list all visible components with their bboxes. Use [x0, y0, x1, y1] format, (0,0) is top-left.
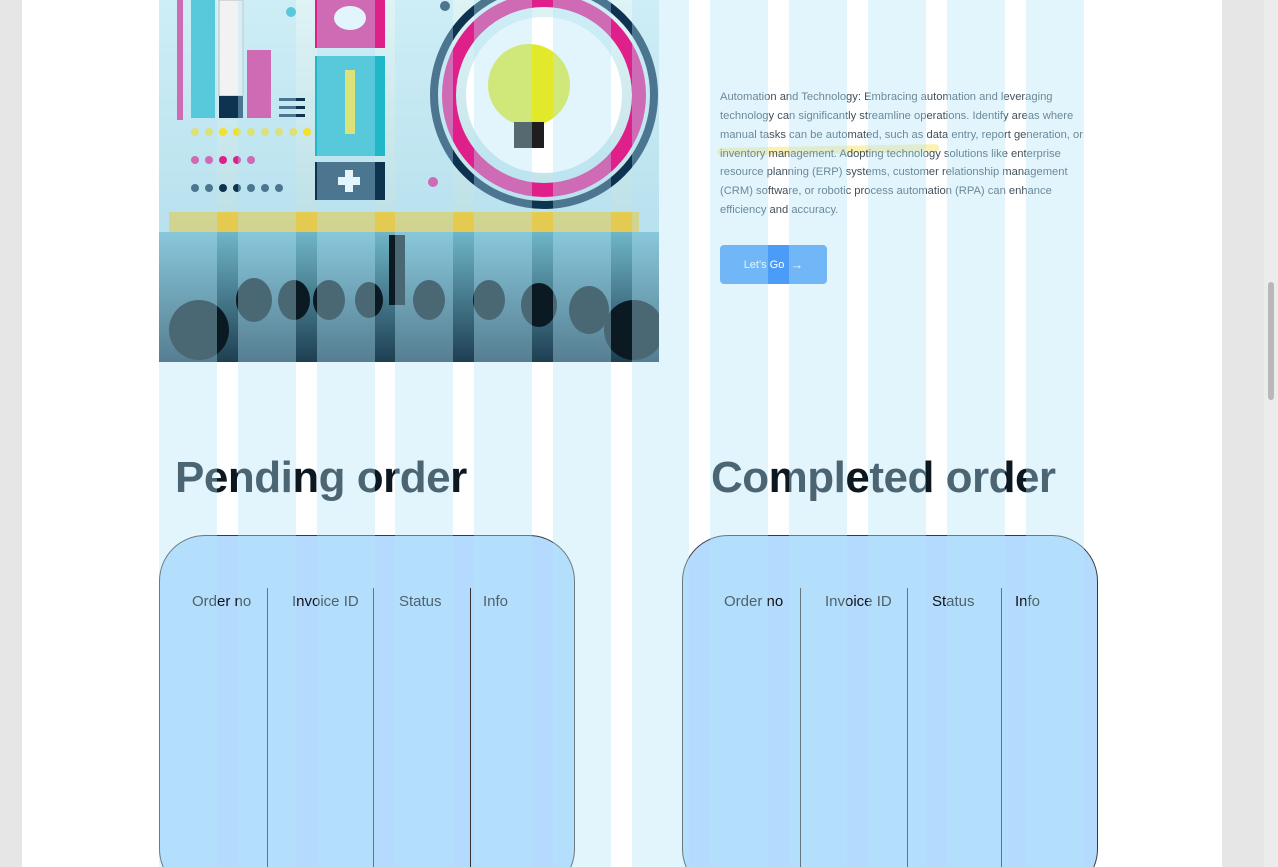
grid-overlay-column: [317, 0, 375, 867]
grid-overlay-column: [238, 0, 296, 867]
grid-overlay-column: [710, 0, 768, 867]
grid-overlay-column: [553, 0, 611, 867]
grid-overlay-column: [159, 0, 217, 867]
grid-overlay-column: [395, 0, 453, 867]
grid-overlay-column: [947, 0, 1005, 867]
grid-overlay-column: [632, 0, 689, 867]
scrollbar-thumb[interactable]: [1268, 282, 1274, 400]
vertical-scrollbar[interactable]: [1264, 0, 1278, 867]
grid-overlay-column: [868, 0, 926, 867]
grid-overlay-column: [474, 0, 532, 867]
page-container: Automation and Technology: Embracing aut…: [22, 0, 1222, 867]
grid-overlay-column: [1026, 0, 1084, 867]
grid-overlay-column: [789, 0, 847, 867]
column-divider: [470, 588, 471, 867]
